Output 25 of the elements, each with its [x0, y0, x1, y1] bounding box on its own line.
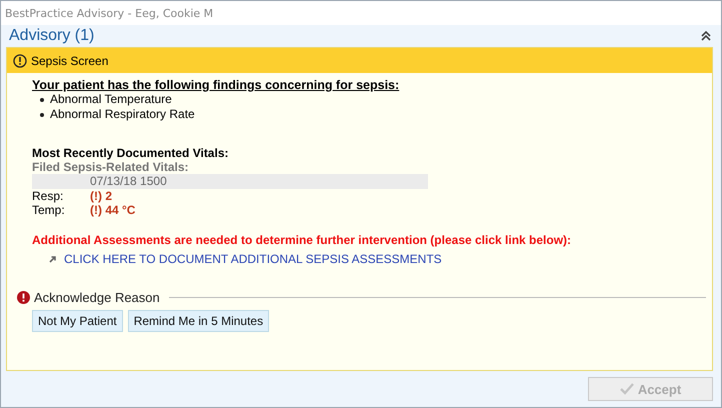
alert-title: Sepsis Screen [31, 54, 108, 68]
vitals-heading: Most Recently Documented Vitals: [32, 146, 230, 160]
window-title: BestPractice Advisory - Eeg, Cookie M [5, 6, 214, 20]
bullet-icon [40, 112, 44, 116]
reason-button[interactable]: Not My Patient [32, 310, 123, 332]
finding-item: Abnormal Respiratory Rate [50, 107, 195, 122]
reason-button[interactable]: Remind Me in 5 Minutes [128, 310, 270, 332]
checkmark-icon [620, 383, 634, 395]
vital-label: Resp: [32, 189, 64, 203]
bullet-icon [40, 98, 44, 102]
filed-vitals-heading: Filed Sepsis-Related Vitals: [32, 160, 190, 174]
collapse-icon[interactable] [701, 31, 711, 41]
vital-value: (!) 44 °C [90, 203, 136, 217]
arrow-icon [49, 255, 57, 263]
acknowledge-title: Acknowledge Reason [34, 290, 160, 305]
advisory-title: Advisory (1) [9, 27, 94, 45]
vital-value: (!) 2 [90, 189, 112, 203]
error-icon [17, 291, 30, 304]
finding-item: Abnormal Temperature [50, 92, 172, 107]
vital-label: Temp: [32, 203, 66, 217]
document-link[interactable]: CLICK HERE TO DOCUMENT ADDITIONAL SEPSIS ASSESSMENTS [64, 252, 442, 266]
exclamation-icon [13, 54, 27, 68]
timestamp-row: 07/13/18 1500 [32, 174, 428, 189]
warning-text: Additional Assessments are needed to determine further intervention (please click link below): [32, 233, 572, 247]
findings-heading: Your patient has the following findings concerning for sepsis: [32, 78, 400, 92]
